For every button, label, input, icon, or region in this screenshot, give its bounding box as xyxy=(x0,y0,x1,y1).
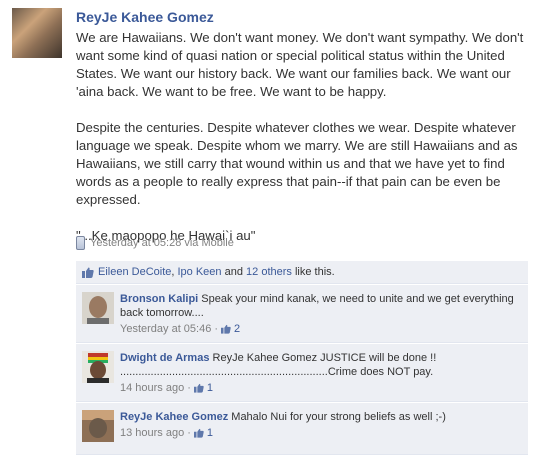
dot-separator: · xyxy=(187,427,191,439)
comment-like-count[interactable]: 1 xyxy=(207,426,213,440)
comment-meta: Yesterday at 05:46 · 2 xyxy=(120,322,522,336)
comment-item: Dwight de Armas ReyJe Kahee Gomez JUSTIC… xyxy=(76,343,528,402)
comment-like-count[interactable]: 1 xyxy=(207,381,213,395)
like-suffix: like this. xyxy=(294,266,335,278)
commenter-avatar[interactable] xyxy=(82,292,114,324)
dot-separator: · xyxy=(214,323,219,335)
thumbs-up-icon[interactable] xyxy=(193,428,204,438)
comment-time[interactable]: 14 hours ago xyxy=(120,381,184,395)
and-text: and xyxy=(224,266,243,278)
dot-separator: · xyxy=(187,382,191,394)
post-meta: Yesterday at 05:28 via Mobile xyxy=(76,236,234,250)
separator: , xyxy=(171,266,175,278)
post-paragraph: Despite the centuries. Despite whatever … xyxy=(76,120,518,207)
author-avatar[interactable] xyxy=(12,8,62,58)
thumbs-up-icon[interactable] xyxy=(193,383,204,393)
comment-meta: 14 hours ago · 1 xyxy=(120,381,522,395)
commenter-name[interactable]: Bronson Kalipi xyxy=(120,293,198,305)
others-link[interactable]: 12 others xyxy=(246,266,292,278)
comment-meta: 13 hours ago · 1 xyxy=(120,426,522,440)
post-paragraph: We are Hawaiians. We don't want money. W… xyxy=(76,30,524,99)
liker-link[interactable]: Eileen DeCoite xyxy=(98,266,171,278)
post-timestamp[interactable]: Yesterday at 05:28 xyxy=(90,237,181,249)
post-via: via Mobile xyxy=(184,237,234,249)
feedback-box: Eileen DeCoite, Ipo Keen and 12 others l… xyxy=(76,261,528,455)
like-summary: Eileen DeCoite, Ipo Keen and 12 others l… xyxy=(76,261,528,284)
commenter-name[interactable]: ReyJe Kahee Gomez xyxy=(120,411,228,423)
comment-like-count[interactable]: 2 xyxy=(234,322,240,336)
commenter-avatar[interactable] xyxy=(82,410,114,442)
mobile-phone-icon xyxy=(76,236,85,250)
post-message: We are Hawaiians. We don't want money. W… xyxy=(76,29,526,263)
comment-item: Bronson Kalipi Speak your mind kanak, we… xyxy=(76,284,528,343)
comment-time[interactable]: 13 hours ago xyxy=(120,426,184,440)
post-author-name[interactable]: ReyJe Kahee Gomez xyxy=(76,9,214,25)
thumbs-up-icon[interactable] xyxy=(221,324,231,334)
comment-time[interactable]: Yesterday at 05:46 xyxy=(120,322,211,336)
comment-item: ReyJe Kahee Gomez Mahalo Nui for your st… xyxy=(76,402,528,455)
thumbs-up-icon xyxy=(82,267,94,278)
liker-link[interactable]: Ipo Keen xyxy=(178,266,222,278)
comment-text: Mahalo Nui for your strong beliefs as we… xyxy=(231,411,446,423)
commenter-name[interactable]: Dwight de Armas xyxy=(120,352,209,364)
commenter-avatar[interactable] xyxy=(82,351,114,383)
